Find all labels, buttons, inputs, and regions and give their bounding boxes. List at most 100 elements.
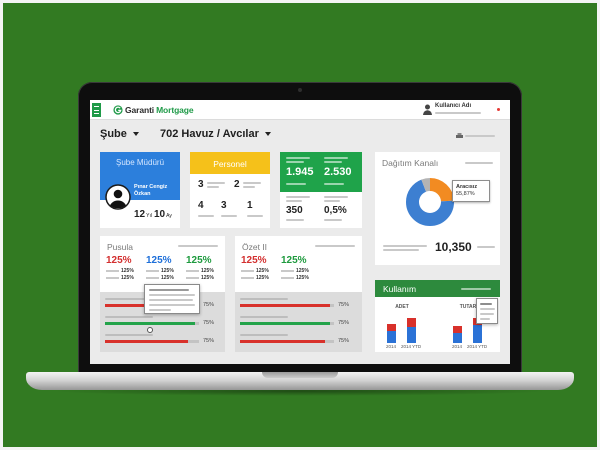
usage-bar-blue-segment [387, 331, 396, 343]
print-icon [456, 133, 463, 138]
avatar [105, 184, 131, 210]
logo-brand-text: Garanti [125, 105, 155, 115]
usage-bar [407, 318, 416, 343]
kpi-percentage: 125% [186, 255, 212, 266]
usage-bar-blue-segment [407, 326, 416, 343]
bar-label: 2014 YTD [401, 344, 422, 349]
progress-fill [240, 340, 325, 343]
kpi-sub-row: 125% [186, 268, 214, 274]
text-placeholder [324, 219, 342, 221]
text-placeholder [106, 277, 119, 279]
text-placeholder [324, 183, 344, 185]
print-link[interactable] [456, 132, 496, 140]
text-placeholder [480, 303, 492, 305]
chevron-down-icon [264, 132, 271, 136]
hamburger-icon[interactable] [92, 103, 101, 117]
usage-bar-red-segment [387, 323, 396, 331]
user-icon [423, 104, 432, 115]
text-placeholder [105, 334, 153, 336]
text-placeholder [149, 299, 193, 301]
user-menu[interactable]: Kullanıcı Adı [423, 103, 487, 117]
ozet-card: Özet II 125% 125% 125% 125% 125% 125% 75… [235, 236, 362, 352]
progress-section: 75% 75% 75% [235, 292, 362, 352]
branch-label-dropdown[interactable]: Şube [100, 128, 139, 140]
kpi-percentage: 125% [106, 255, 132, 266]
text-placeholder [149, 289, 189, 291]
text-placeholder [105, 316, 153, 318]
distribution-total: 10,350 [435, 240, 472, 254]
progress-fill [240, 322, 331, 325]
ozet-card-title: Özet II [242, 242, 268, 252]
kpi-value: 2.530 [324, 166, 352, 178]
logo[interactable]: Garanti Mortgage [125, 105, 194, 115]
progress-row: 75% [235, 334, 362, 348]
distribution-donut-chart[interactable] [404, 176, 456, 228]
text-placeholder [281, 270, 294, 272]
kpi-sub-value: 125% [256, 268, 269, 274]
progress-row: 75% [100, 316, 225, 330]
text-placeholder [149, 294, 195, 296]
bar-label: 2014 YTD [467, 344, 488, 349]
kpi-sub-row: 125% [146, 268, 174, 274]
personnel-count: 2 [234, 179, 240, 190]
text-placeholder [480, 318, 490, 320]
progress-label: 75% [338, 338, 350, 344]
text-placeholder [286, 200, 302, 202]
text-placeholder [435, 112, 481, 114]
distribution-channel-card: Dağıtım Kanalı Aracısız 55,87% 10,350 [375, 152, 500, 265]
personnel-count: 3 [221, 200, 227, 211]
tenure-years: 12 [134, 209, 146, 220]
loan-kpi-card: 1.945 2.530 350 0,5% [280, 152, 362, 228]
hover-marker[interactable] [147, 327, 153, 333]
top-bar: Garanti Mortgage Kullanıcı Adı [90, 100, 510, 120]
text-placeholder [149, 304, 195, 306]
kpi-value: 350 [286, 205, 303, 216]
kpi-percentage: 125% [146, 255, 172, 266]
progress-track [240, 340, 334, 343]
kpi-sub-row: 125% [106, 275, 134, 281]
text-placeholder [281, 277, 294, 279]
text-placeholder [286, 219, 304, 221]
progress-track [105, 340, 199, 343]
text-placeholder [241, 277, 254, 279]
usage-bar-red-segment [453, 325, 462, 333]
garanti-logo-icon [113, 105, 123, 115]
kpi-sub-value: 125% [296, 275, 309, 281]
kpi-sub-value: 125% [161, 275, 174, 281]
text-placeholder [383, 249, 419, 251]
personnel-card: Personel 3 2 4 3 1 [190, 152, 270, 228]
progress-label: 75% [203, 338, 215, 344]
text-placeholder [198, 215, 214, 217]
usage-card: Kullanım ADET TUTAR 2014 2014 YTD 2014 2… [375, 280, 500, 352]
kpi-percentage: 125% [241, 255, 267, 266]
kpi-sub-value: 125% [256, 275, 269, 281]
text-placeholder [221, 215, 237, 217]
kpi-sub-value: 125% [121, 268, 134, 274]
text-placeholder [146, 277, 159, 279]
kpi-sub-row: 125% [241, 275, 269, 281]
notification-dot[interactable] [497, 108, 500, 111]
kpi-sub-row: 125% [241, 268, 269, 274]
pusula-card: Pusula 125% 125% 125% 125% 125% 125% 125… [100, 236, 225, 352]
progress-track [240, 322, 334, 325]
tooltip-value: 55,87% [456, 191, 475, 197]
text-placeholder [178, 245, 218, 247]
kpi-sub-value: 125% [201, 275, 214, 281]
progress-fill [240, 304, 331, 307]
branch-select[interactable]: 702 Havuz / Avcılar [160, 128, 271, 140]
usage-bar [387, 323, 396, 343]
progress-row: 75% [100, 334, 225, 348]
usage-bar [453, 325, 462, 343]
kpi-sub-row: 125% [281, 275, 309, 281]
branch-manager-card: Şube Müdürü Pınar Cengiz Özkan 12Yıl 10Ay [100, 152, 180, 228]
progress-label: 75% [203, 320, 215, 326]
text-placeholder [146, 270, 159, 272]
user-name: Kullanıcı Adı [435, 103, 472, 109]
donut-tooltip: Aracısız 55,87% [452, 180, 490, 202]
progress-fill [105, 322, 196, 325]
tooltip-label: Aracısız [456, 184, 478, 190]
kpi-sub-row: 125% [106, 268, 134, 274]
progress-fill [105, 340, 188, 343]
personnel-card-title: Personel [213, 159, 247, 169]
personnel-count: 1 [247, 200, 253, 211]
